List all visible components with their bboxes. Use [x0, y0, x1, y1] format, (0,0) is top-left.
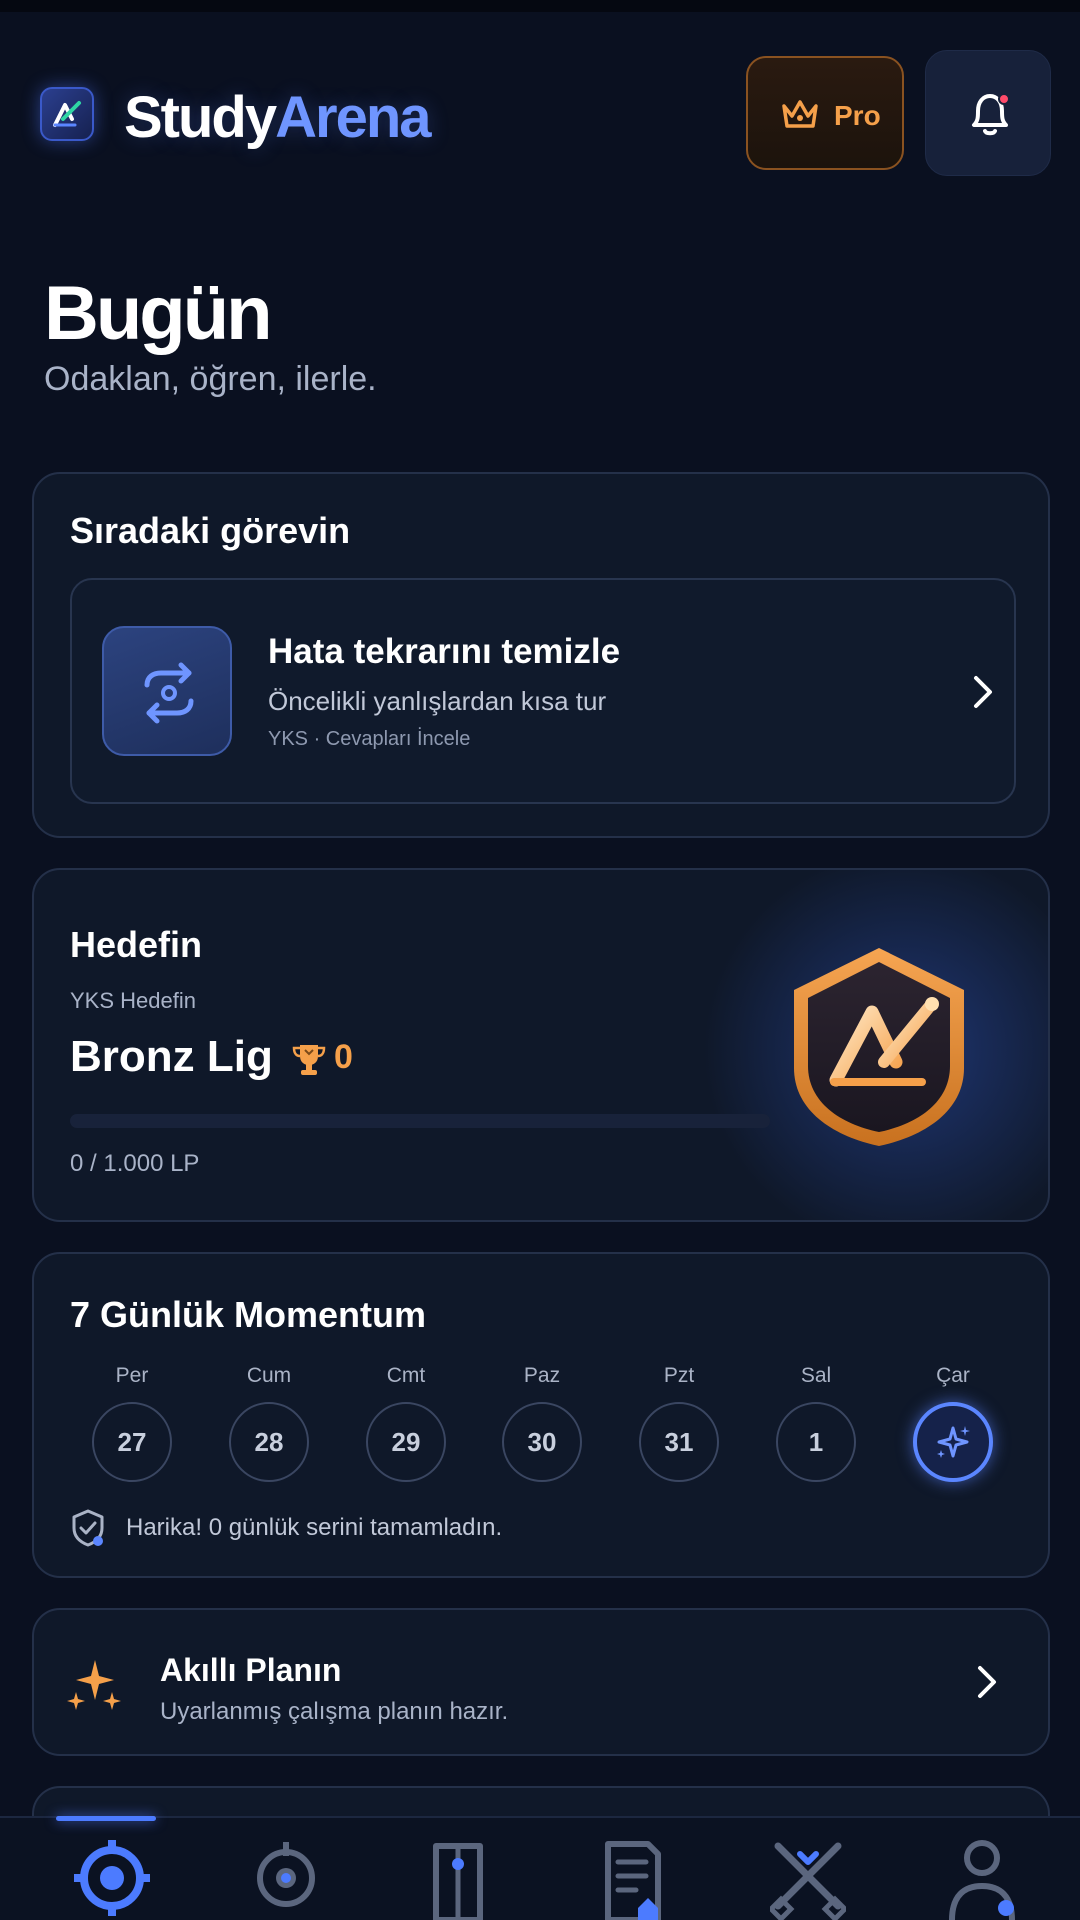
next-task-section-title: Sıradaki görevin: [70, 510, 351, 551]
task-meta: YKS · Cevapları İncele: [268, 728, 471, 750]
logo-icon: [40, 87, 94, 141]
page-subtitle: Odaklan, öğren, ilerle.: [44, 360, 377, 398]
day-name: Çar: [936, 1364, 970, 1387]
trophy-count: 0: [334, 1038, 353, 1076]
goal-card[interactable]: Hedefin YKS Hedefin Bronz Lig 0 0 / 1.00…: [32, 868, 1050, 1222]
nav-home[interactable]: [56, 1836, 156, 1920]
shield-check-icon: [72, 1509, 104, 1547]
nav-arena[interactable]: [752, 1836, 852, 1920]
day-item[interactable]: Sal 1: [774, 1364, 858, 1482]
league-name: Bronz Lig: [70, 1032, 273, 1081]
app-header: StudyArena Pro: [0, 12, 1080, 212]
profile-icon: [949, 1840, 1015, 1920]
sparkles-icon: [67, 1660, 121, 1710]
day-item[interactable]: Pzt 31: [637, 1364, 721, 1482]
status-strip: [0, 0, 1080, 12]
day-item[interactable]: Cmt 29: [364, 1364, 448, 1482]
nav-profile[interactable]: [926, 1836, 1026, 1920]
nav-target[interactable]: [230, 1836, 330, 1920]
day-name: Cum: [246, 1364, 292, 1387]
nav-active-indicator: [56, 1816, 156, 1821]
smart-plan-card[interactable]: Akıllı Planın Uyarlanmış çalışma planın …: [32, 1608, 1050, 1756]
smart-plan-subtitle: Uyarlanmış çalışma planın hazır.: [160, 1698, 509, 1725]
streak-message: Harika! 0 günlük serini tamamladın.: [126, 1514, 503, 1541]
day-number: 29: [366, 1402, 446, 1482]
task-subtitle: Öncelikli yanlışlardan kısa tur: [268, 686, 607, 716]
day-item[interactable]: Cum 28: [227, 1364, 311, 1482]
day-number: 30: [502, 1402, 582, 1482]
arena-icon: [770, 1842, 846, 1920]
book-icon: [433, 1843, 483, 1920]
momentum-card: 7 Günlük Momentum Per 27 Cum 28 Cmt 29 P…: [32, 1252, 1050, 1578]
momentum-title: 7 Günlük Momentum: [70, 1294, 427, 1335]
day-name: Per: [115, 1364, 149, 1387]
bottom-nav: [0, 1816, 1080, 1920]
day-item[interactable]: Per 27: [90, 1364, 174, 1482]
chevron-right-icon: [974, 676, 992, 708]
bronze-league-badge-icon: [794, 948, 964, 1146]
task-title: Hata tekrarını temizle: [268, 632, 621, 671]
repeat-icon: [102, 626, 232, 756]
nav-library[interactable]: [404, 1836, 504, 1920]
day-number: 1: [776, 1402, 856, 1482]
day-name: Sal: [800, 1364, 832, 1387]
home-icon: [74, 1840, 150, 1916]
day-number: 27: [92, 1402, 172, 1482]
page-title: Bugün: [44, 271, 273, 356]
lp-text: 0 / 1.000 LP: [70, 1150, 200, 1177]
lp-progress-bar: [70, 1114, 770, 1128]
target-icon: [257, 1842, 315, 1907]
pro-label: Pro: [834, 100, 881, 131]
exam-icon: [605, 1841, 661, 1920]
day-name: Paz: [523, 1364, 561, 1387]
day-item[interactable]: Paz 30: [500, 1364, 584, 1482]
day-name: Pzt: [663, 1364, 695, 1387]
day-number: 28: [229, 1402, 309, 1482]
goal-label: YKS Hedefin: [70, 988, 196, 1013]
brand-name: StudyArena: [124, 85, 432, 150]
sparkle-icon: [913, 1402, 993, 1482]
chevron-right-icon: [978, 1666, 996, 1698]
smart-plan-title: Akıllı Planın: [160, 1652, 342, 1688]
notifications-button[interactable]: [925, 50, 1051, 176]
trophy-icon: [292, 1045, 326, 1075]
crown-icon: [782, 100, 818, 128]
pro-button[interactable]: Pro: [746, 56, 904, 170]
day-name: Cmt: [386, 1364, 426, 1387]
next-task-card: Sıradaki görevin Hata tekrarını temizle …: [32, 472, 1050, 838]
next-task-item[interactable]: Hata tekrarını temizle Öncelikli yanlışl…: [70, 578, 1016, 804]
nav-exams[interactable]: [578, 1836, 678, 1920]
day-number: 31: [639, 1402, 719, 1482]
bell-icon: [972, 93, 1010, 136]
day-item-today[interactable]: Çar: [911, 1364, 995, 1482]
goal-section-title: Hedefin: [70, 924, 203, 965]
